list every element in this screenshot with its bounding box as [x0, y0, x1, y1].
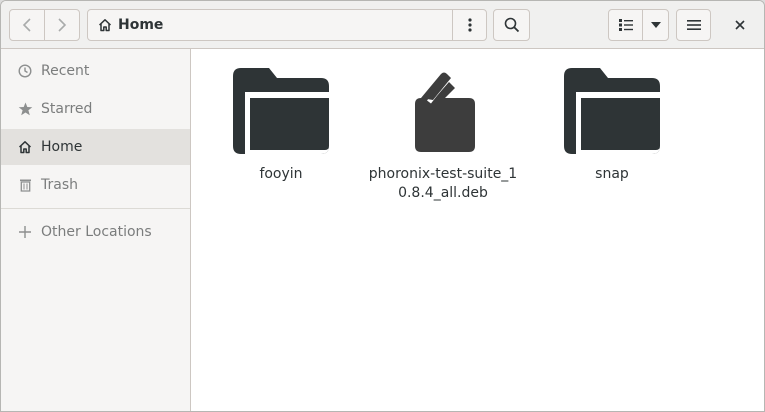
sidebar-item-label: Starred	[41, 101, 93, 117]
forward-button[interactable]	[44, 9, 80, 41]
view-mode-button[interactable]	[608, 9, 643, 41]
sidebar-item-starred[interactable]: Starred	[1, 91, 190, 127]
sidebar-item-label: Home	[41, 139, 83, 155]
chevron-left-icon	[22, 17, 32, 33]
file-view: fooyin phoronix-test-suite_10.8.4_all.de…	[192, 49, 764, 411]
file-name: phoronix-test-suite_10.8.4_all.deb	[368, 166, 518, 201]
triangle-down-icon	[650, 21, 662, 29]
path-label: Home	[118, 17, 164, 33]
plus-icon	[17, 224, 33, 240]
folder-icon	[562, 63, 662, 159]
clock-icon	[17, 63, 33, 79]
home-icon	[17, 139, 33, 155]
folder-icon	[231, 63, 331, 159]
sidebar-divider	[1, 208, 190, 209]
file-item-phoronix-deb[interactable]: phoronix-test-suite_10.8.4_all.deb	[363, 63, 523, 203]
main-menu-button[interactable]	[676, 9, 711, 41]
file-name: fooyin	[259, 166, 303, 182]
back-button[interactable]	[9, 9, 45, 41]
file-item-fooyin[interactable]: fooyin	[201, 63, 361, 184]
close-button[interactable]	[727, 13, 753, 37]
sidebar-item-trash[interactable]: Trash	[1, 167, 190, 203]
sidebar-item-other-locations[interactable]: Other Locations	[1, 214, 190, 250]
header-bar: Home	[1, 1, 764, 49]
hamburger-icon	[686, 18, 702, 32]
chevron-right-icon	[57, 17, 67, 33]
sidebar-item-label: Recent	[41, 63, 90, 79]
vertical-ellipsis-icon	[467, 17, 472, 33]
view-options-dropdown[interactable]	[642, 9, 669, 41]
path-bar[interactable]: Home	[87, 9, 453, 41]
close-icon	[735, 20, 745, 30]
file-item-snap[interactable]: snap	[532, 63, 692, 184]
package-icon	[393, 63, 493, 159]
file-name: snap	[595, 166, 629, 182]
sidebar-item-label: Other Locations	[41, 224, 152, 240]
trash-icon	[17, 177, 33, 193]
file-manager-window: Home Recent Starred Home Trash Other Loc…	[0, 0, 765, 412]
home-icon	[98, 18, 112, 32]
sidebar-item-label: Trash	[41, 177, 78, 193]
sidebar: Recent Starred Home Trash Other Location…	[1, 49, 191, 411]
search-button[interactable]	[493, 9, 530, 41]
path-menu-button[interactable]	[452, 9, 487, 41]
sidebar-item-recent[interactable]: Recent	[1, 53, 190, 89]
sidebar-item-home[interactable]: Home	[1, 129, 190, 165]
star-icon	[17, 101, 33, 117]
search-icon	[504, 17, 520, 33]
list-view-icon	[618, 18, 634, 32]
